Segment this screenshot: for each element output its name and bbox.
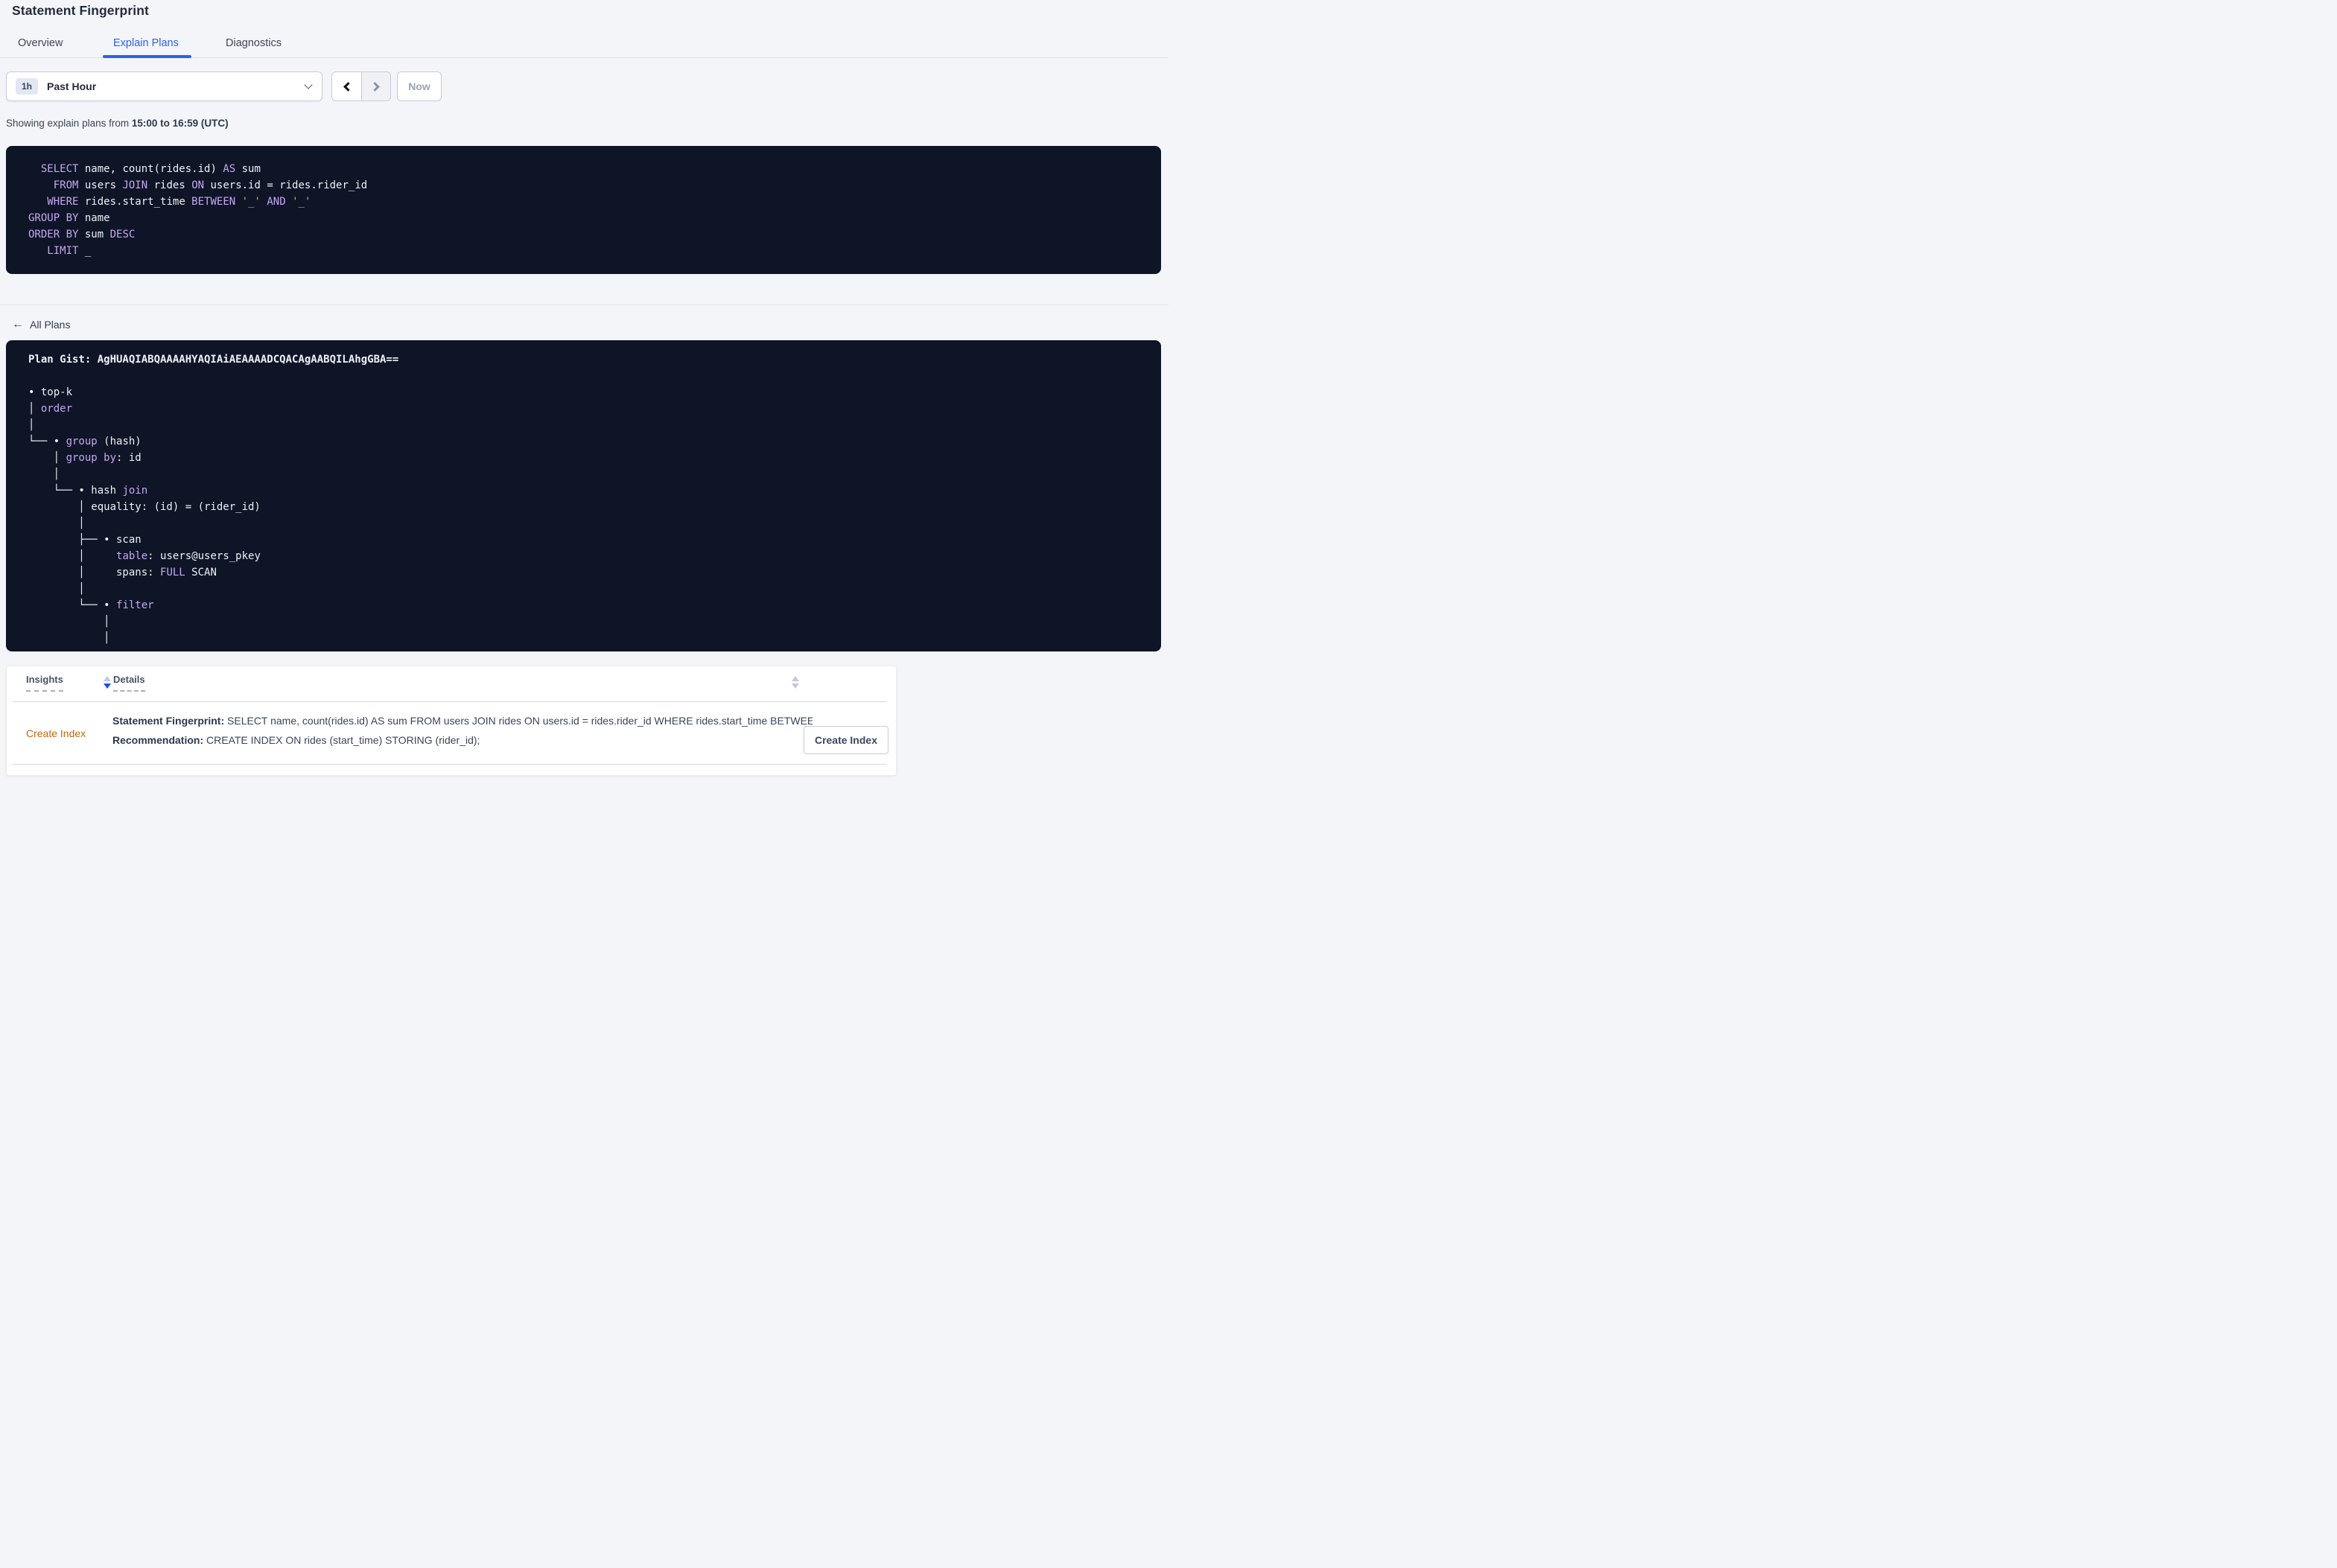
recommendation-detail: Recommendation: CREATE INDEX ON rides (s…	[112, 733, 813, 748]
time-pager	[331, 71, 391, 101]
sort-up-arrow-icon	[792, 676, 799, 681]
sql-line: SELECT name, count(rides.id) AS sum	[40, 163, 261, 175]
create-index-link[interactable]: Create Index	[26, 726, 86, 741]
next-time-button[interactable]	[361, 72, 390, 101]
plan-tree-line: └── • group (hash)	[28, 436, 142, 447]
sort-down-arrow-icon	[104, 683, 111, 689]
insights-card: Insights Details Create Index Statement …	[6, 666, 897, 776]
sql-fingerprint-box: SELECT name, count(rides.id) AS sum FROM…	[6, 146, 1161, 274]
plan-gist-text: Plan Gist: AgHUAQIABQAAAAHYAQIAiAEAAAADC…	[28, 354, 399, 366]
detail-text: CREATE INDEX ON rides (start_time) STORI…	[203, 734, 480, 746]
create-index-button[interactable]: Create Index	[803, 726, 888, 754]
tab-diagnostics[interactable]: Diagnostics	[226, 37, 282, 49]
plan-tree-line: │	[28, 419, 35, 431]
plan-gist-box: Plan Gist: AgHUAQIABQAAAAHYAQIAiAEAAAADC…	[6, 340, 1161, 651]
prev-time-button[interactable]	[332, 72, 361, 101]
column-header-details[interactable]: Details	[113, 674, 145, 692]
showing-plans-caption: Showing explain plans from 15:00 to 16:5…	[6, 118, 229, 129]
sql-line: LIMIT _	[47, 245, 92, 257]
time-interval-label: Past Hour	[47, 80, 97, 92]
plan-tree-line: │ spans: FULL SCAN	[28, 567, 217, 579]
sort-down-arrow-icon	[792, 683, 799, 689]
plan-tree-line: └── • hash join	[28, 485, 148, 497]
detail-label: Recommendation:	[112, 734, 204, 746]
plan-tree-line: │ table: users@users_pkey	[28, 550, 261, 562]
sql-line: FROM users JOIN rides ON users.id = ride…	[53, 179, 368, 191]
sql-line: WHERE rides.start_time BETWEEN '_' AND '…	[47, 196, 311, 208]
plan-tree-line: │	[28, 583, 85, 595]
plan-tree-line: └── • filter	[28, 599, 154, 611]
chevron-left-icon	[343, 81, 353, 92]
plan-tree-line: │	[28, 468, 60, 480]
statement-fingerprint-detail: Statement Fingerprint: SELECT name, coun…	[112, 713, 813, 728]
detail-text: SELECT name, count(rides.id) AS sum FROM…	[224, 715, 813, 727]
chevron-right-icon	[370, 81, 380, 92]
table-row-divider	[13, 764, 887, 765]
active-tab-underline	[103, 55, 191, 58]
plan-tree-line: │	[28, 517, 85, 529]
all-plans-link[interactable]: ← All Plans	[12, 319, 70, 331]
plan-tree-line: │ group by: id	[28, 452, 142, 464]
sort-icon-details[interactable]	[792, 676, 801, 691]
sort-icon-insights[interactable]	[104, 676, 112, 691]
table-header-divider	[13, 701, 887, 702]
now-button[interactable]: Now	[397, 71, 442, 101]
caption-range: 15:00 to 16:59 (UTC)	[131, 118, 229, 129]
plan-tree-line: │	[28, 616, 110, 628]
sql-line: ORDER BY sum DESC	[28, 229, 136, 240]
tab-overview[interactable]: Overview	[18, 37, 63, 49]
caption-prefix: Showing explain plans from	[6, 118, 132, 129]
tabs-bar: Overview Explain Plans Diagnostics	[0, 0, 1168, 58]
plan-tree: • top-k │ order │ └── • group (hash) │ grou…	[28, 384, 1139, 646]
plan-tree-line: ├── • scan	[28, 534, 142, 546]
plan-tree-line: │ equality: (id) = (rider_id)	[28, 501, 261, 513]
chevron-down-icon	[304, 80, 313, 89]
plan-tree-line: │	[28, 632, 110, 644]
plan-tree-line: • top-k	[28, 386, 73, 398]
back-arrow-icon: ←	[12, 318, 24, 331]
detail-label: Statement Fingerprint:	[112, 715, 225, 727]
time-range-dropdown[interactable]: 1h Past Hour	[6, 71, 322, 101]
time-interval-badge: 1h	[16, 78, 39, 95]
column-header-insights[interactable]: Insights	[26, 674, 63, 692]
sql-code: SELECT name, count(rides.id) AS sum FROM…	[28, 161, 1139, 259]
plan-tree-line: │ order	[28, 403, 73, 415]
sql-line: GROUP BY name	[28, 212, 110, 224]
sort-up-arrow-icon	[104, 676, 111, 681]
tab-explain-plans[interactable]: Explain Plans	[113, 37, 179, 49]
all-plans-label: All Plans	[30, 319, 71, 331]
